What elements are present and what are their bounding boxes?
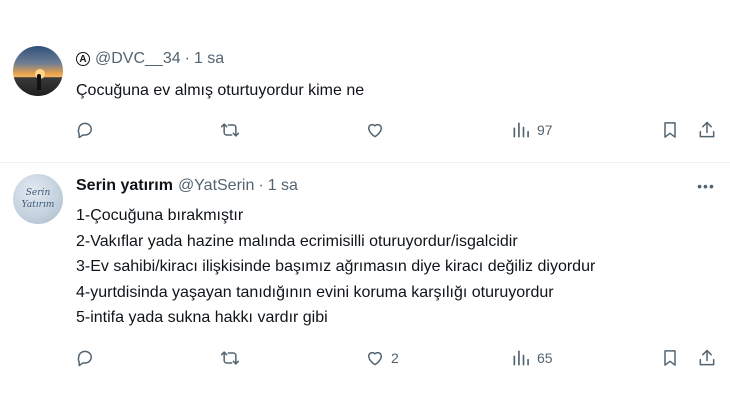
timestamp[interactable]: 1 sa [194,50,224,68]
share-icon [699,349,715,366]
action-bar: 2 65 [0,346,730,370]
analytics-icon [513,122,529,138]
tweet[interactable]: Serin Yatırım ••• 1-Çocuğuna bırakmıştır… [0,163,730,420]
analytics-icon [513,350,529,366]
reply-icon [77,122,92,139]
views-count: 97 [537,122,553,138]
tweet-text-line: 1-Çocuğuna bırakmıştır [76,207,244,224]
more-options-button[interactable]: ••• [696,176,716,196]
views-button[interactable]: 97 [511,118,553,142]
bookmark-button[interactable] [660,118,680,142]
action-bar: 97 [0,118,730,142]
person-silhouette [37,74,41,90]
tweet-text-line: 2-Vakıflar yada hazine malında ecrimisil… [76,232,518,250]
tweet-text-line: 3-Ev sahibi/kiracı ilişkisinde başımız a… [76,258,596,275]
retweet-button[interactable] [220,118,240,142]
views-button[interactable]: 65 [511,346,553,370]
bookmark-icon [664,122,676,138]
tweet-header: A @DVC__34 · 1 sa [76,50,224,68]
heart-icon [368,123,382,138]
retweet-icon [220,351,240,365]
display-name[interactable]: Serin yatırım [76,177,173,195]
reply-button[interactable] [75,118,95,142]
tweet-text-line: 4-yurtdisinda yaşayan tanıdığının evini … [76,283,554,301]
tweet-text-line: Çocuğuna ev almış oturtuyordur kime ne [76,82,365,99]
heart-icon [368,351,382,366]
avatar[interactable] [13,46,63,96]
share-icon [699,121,715,138]
tweet-text: 1-Çocuğuna bırakmıştır 2-Vakıflar yada h… [76,203,595,331]
like-button[interactable] [365,118,385,142]
bookmark-button[interactable] [660,346,680,370]
tweet-text: Çocuğuna ev almış oturtuyordur kime ne [76,78,364,103]
tweet-header: Serin yatırım @YatSerin · 1 sa [76,177,298,195]
share-button[interactable] [697,346,717,370]
timestamp[interactable]: 1 sa [268,177,298,195]
views-count: 65 [537,350,553,366]
reply-icon [77,350,92,367]
bookmark-icon [664,350,676,366]
account-badge-icon: A [76,52,90,66]
tweet[interactable]: A @DVC__34 · 1 sa Çocuğuna ev almış otur… [0,0,730,162]
retweet-icon [220,123,240,137]
user-handle[interactable]: @DVC__34 [95,50,181,68]
separator-dot: · [184,50,190,67]
separator-dot: · [258,177,264,194]
avatar-logo-text: Serin [25,188,51,198]
user-handle[interactable]: @YatSerin [178,177,254,195]
avatar[interactable]: Serin Yatırım [13,174,63,224]
retweet-button[interactable] [220,346,240,370]
more-icon: ••• [697,178,715,194]
avatar-logo-text: Yatırım [21,200,55,210]
like-button[interactable]: 2 [365,346,399,370]
tweet-text-line: 5-intifa yada sukna hakkı vardır gibi [76,309,328,326]
likes-count: 2 [391,350,399,366]
share-button[interactable] [697,118,717,142]
reply-button[interactable] [75,346,95,370]
